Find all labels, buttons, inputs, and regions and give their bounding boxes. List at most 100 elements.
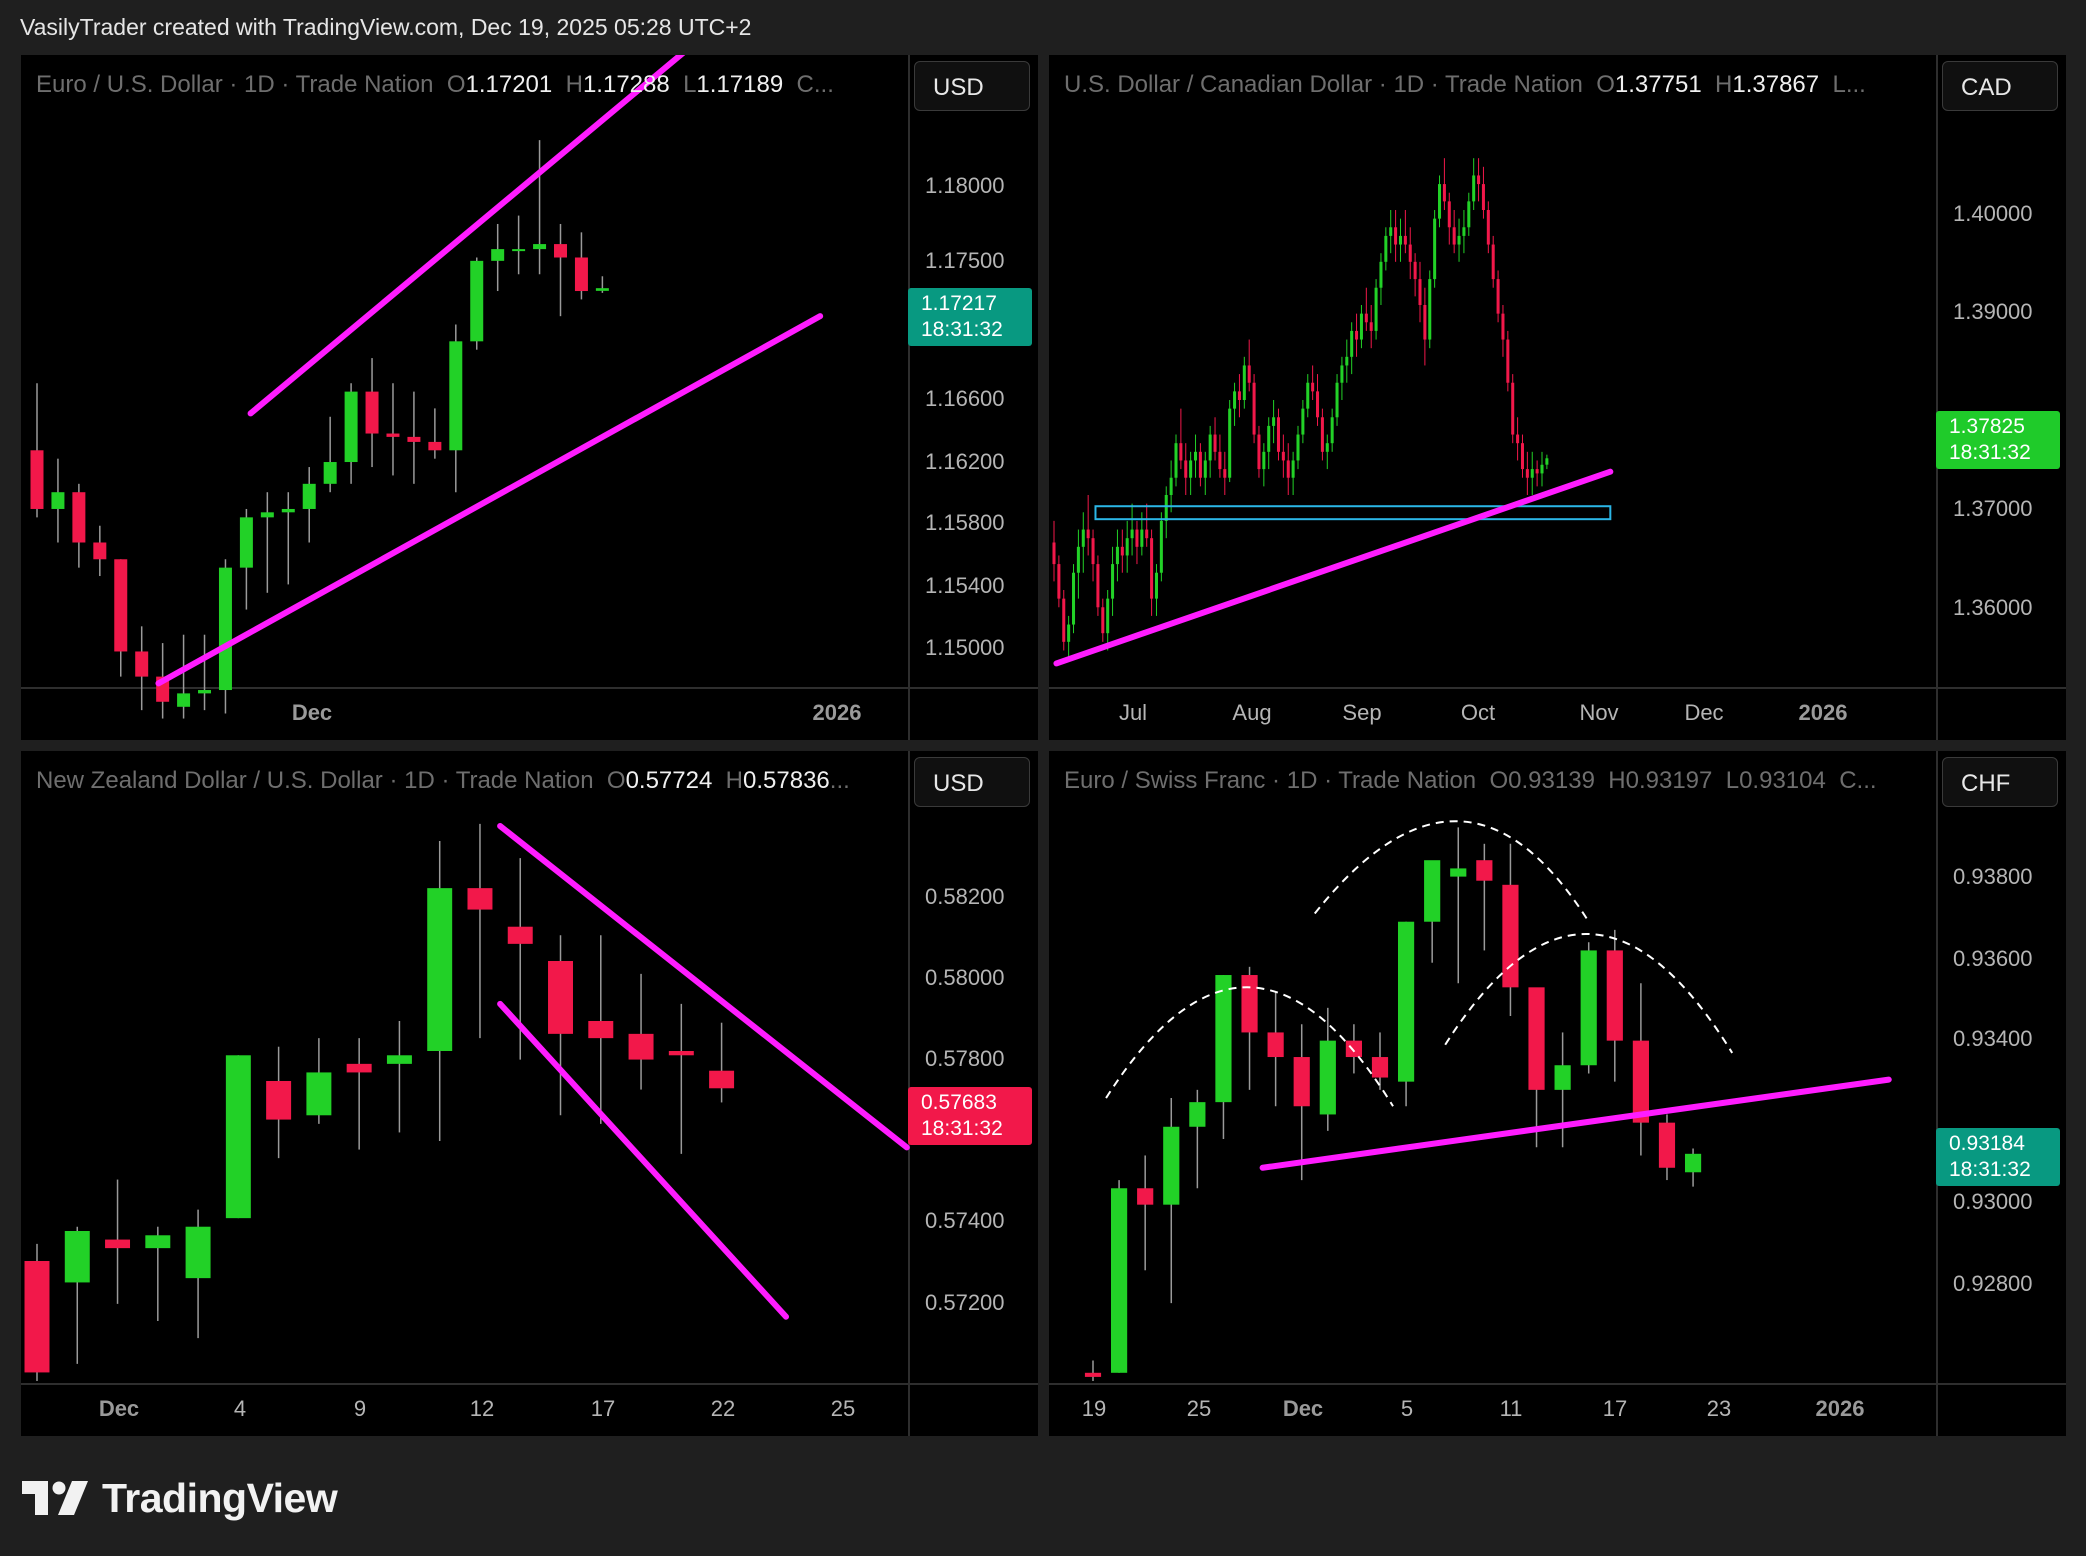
low-value: 1.17189 bbox=[696, 71, 784, 98]
candle-body bbox=[574, 257, 588, 292]
chart-canvas[interactable]: 1.40000 1.39000 1.37000 1.36000 Jul Aug Sep Oct… bbox=[1049, 55, 2066, 740]
chart-canvas[interactable]: 0.93800 0.93600 0.93400 0.93000 0.92800 19 25 D… bbox=[1049, 751, 2066, 1436]
candle-body bbox=[1267, 1032, 1284, 1058]
candle-body bbox=[1101, 607, 1105, 634]
candle-body bbox=[491, 249, 505, 261]
support-zone[interactable] bbox=[1094, 505, 1612, 521]
candle-body bbox=[1081, 529, 1085, 547]
candle-body bbox=[177, 693, 191, 707]
candle-body bbox=[1291, 460, 1295, 478]
candle-body bbox=[302, 483, 316, 509]
candle-body bbox=[1472, 175, 1476, 202]
tradingview-logo[interactable]: TradingView bbox=[22, 1473, 338, 1523]
candle-body bbox=[1111, 1188, 1128, 1373]
trendline[interactable] bbox=[155, 313, 824, 687]
currency-selector[interactable]: CHF bbox=[1942, 757, 2058, 807]
candle-body bbox=[1511, 382, 1515, 435]
currency-selector[interactable]: USD bbox=[914, 757, 1030, 807]
candle-body bbox=[1403, 235, 1407, 245]
price-axis-label: 1.39000 bbox=[1953, 299, 2033, 324]
candle-body bbox=[281, 508, 295, 513]
candle-body bbox=[467, 888, 493, 910]
currency-selector[interactable]: CAD bbox=[1942, 61, 2058, 111]
candle-body bbox=[1450, 868, 1467, 877]
time-axis-label: 22 bbox=[711, 1396, 735, 1421]
candle-body bbox=[668, 1051, 694, 1056]
candle-body bbox=[512, 249, 526, 252]
candles bbox=[24, 823, 735, 1381]
candle-body bbox=[1286, 460, 1290, 478]
candle-body bbox=[1218, 451, 1222, 470]
currency-selector[interactable]: USD bbox=[914, 61, 1030, 111]
candle-body bbox=[1433, 218, 1437, 280]
candle-body bbox=[105, 1239, 131, 1249]
open-label: O bbox=[1489, 767, 1509, 794]
candle-body bbox=[533, 244, 547, 250]
candle-body bbox=[1115, 546, 1119, 565]
candle-body bbox=[1408, 244, 1412, 262]
last-price: 0.57683 bbox=[921, 1091, 997, 1114]
open-value: 1.37751 bbox=[1614, 71, 1702, 98]
candle-body bbox=[595, 288, 609, 291]
symbol-legend: U.S. Dollar / Canadian Dollar · 1D · Tra… bbox=[1064, 71, 1866, 99]
candle-body bbox=[1520, 443, 1524, 470]
chart-panel-usdcad[interactable]: 1.40000 1.39000 1.37000 1.36000 Jul Aug Sep Oct… bbox=[1049, 55, 2066, 740]
header-title: VasilyTrader created with TradingView.co… bbox=[20, 14, 752, 40]
chart-panel-eurusd[interactable]: 1.18000 1.17500 1.16600 1.16200 1.15800 1.154… bbox=[21, 55, 1038, 740]
price-axis-label: 0.58200 bbox=[925, 884, 1005, 909]
last-price: 0.93184 bbox=[1949, 1132, 2025, 1155]
candle-body bbox=[1096, 564, 1100, 608]
candle-body bbox=[225, 1055, 251, 1219]
price-axis-label: 0.92800 bbox=[1953, 1271, 2033, 1296]
candle-body bbox=[1301, 408, 1305, 435]
candle-body bbox=[1481, 184, 1485, 210]
candle-body bbox=[1316, 391, 1320, 418]
candle-body bbox=[1345, 1040, 1362, 1058]
candle-body bbox=[260, 512, 274, 518]
symbol-title: Euro / U.S. Dollar · 1D · Trade Nation bbox=[36, 71, 434, 98]
price-axis-label: 0.57400 bbox=[925, 1208, 1005, 1233]
chart-panel-eurchf[interactable]: 0.93800 0.93600 0.93400 0.93000 0.92800 19 25 D… bbox=[1049, 751, 2066, 1436]
trendline[interactable] bbox=[1053, 468, 1614, 667]
last-price-tag: 1.37825 18:31:32 bbox=[1936, 411, 2060, 469]
candle-body bbox=[1428, 279, 1432, 340]
candle-body bbox=[449, 341, 463, 451]
candle-body bbox=[386, 1055, 412, 1064]
time-axis-label: 19 bbox=[1082, 1396, 1106, 1421]
open-value: 0.57724 bbox=[625, 767, 713, 794]
chart-panel-nzdusd[interactable]: 0.58200 0.58000 0.57800 0.57400 0.57200 Dec 4 9… bbox=[21, 751, 1038, 1436]
candle-body bbox=[709, 1070, 735, 1089]
candle-body bbox=[1467, 201, 1471, 228]
tradingview-wordmark: TradingView bbox=[102, 1474, 338, 1521]
candle-body bbox=[1540, 464, 1544, 474]
candle-body bbox=[386, 433, 400, 437]
price-axis-label: 0.57800 bbox=[925, 1046, 1005, 1071]
time-axis-label: 12 bbox=[470, 1396, 494, 1421]
legend-more: ... bbox=[1845, 71, 1866, 98]
candle-body bbox=[1397, 921, 1415, 1082]
candle-body bbox=[1345, 356, 1349, 366]
candle-body bbox=[554, 244, 567, 258]
candle-body bbox=[1213, 434, 1217, 452]
trendline[interactable] bbox=[1259, 1076, 1892, 1171]
open-label: O bbox=[606, 767, 626, 794]
candle-body bbox=[1330, 417, 1334, 444]
time-axis-label: Oct bbox=[1461, 700, 1495, 725]
candle-body bbox=[1257, 434, 1261, 470]
candle-body bbox=[1423, 305, 1427, 340]
legend-more: C... bbox=[796, 71, 834, 98]
candle-body bbox=[1137, 1188, 1154, 1205]
trendline[interactable] bbox=[247, 55, 760, 417]
candle-body bbox=[1389, 227, 1393, 236]
candle-body bbox=[1306, 382, 1310, 409]
candle-body bbox=[1125, 538, 1129, 556]
candle-body bbox=[1150, 538, 1154, 599]
chart-canvas[interactable]: 1.18000 1.17500 1.16600 1.16200 1.15800 1.154… bbox=[21, 55, 1038, 740]
candle-body bbox=[198, 690, 212, 694]
candle-body bbox=[1164, 495, 1168, 521]
chart-canvas[interactable]: 0.58200 0.58000 0.57800 0.57400 0.57200 Dec 4 9… bbox=[21, 751, 1038, 1436]
symbol-title: U.S. Dollar / Canadian Dollar · 1D · Tra… bbox=[1064, 71, 1583, 98]
candle-body bbox=[1350, 330, 1354, 357]
candle-body bbox=[1658, 1122, 1676, 1168]
symbol-legend: Euro / U.S. Dollar · 1D · Trade Nation O… bbox=[36, 71, 834, 99]
